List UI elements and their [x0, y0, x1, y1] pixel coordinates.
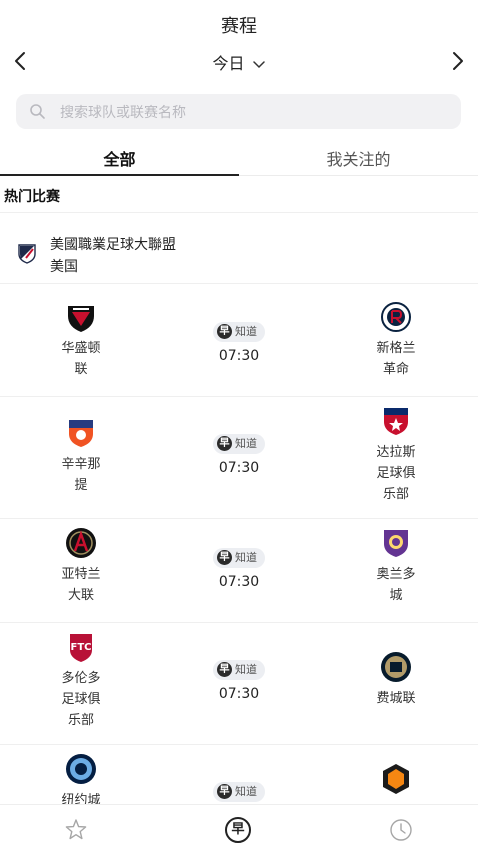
match-row[interactable]: 华盛顿 联 早知道 07:30 新格兰 革命 — [0, 300, 478, 394]
status-badge: 早知道 — [213, 548, 265, 568]
away-team[interactable]: 新格兰 革命 — [346, 300, 446, 380]
badge-label: 知道 — [235, 663, 257, 676]
chevron-left-icon[interactable] — [10, 48, 32, 74]
houston-dynamo-logo-icon — [383, 764, 409, 794]
team-name-line: 革命 — [382, 362, 409, 377]
orlando-city-logo-icon — [384, 530, 408, 557]
divider — [0, 518, 478, 519]
tab-following[interactable]: 我关注的 — [239, 146, 478, 170]
match-row[interactable]: FTC 多伦多 足球俱 乐部 早知道 07:30 费城联 — [0, 630, 478, 742]
team-name-line: 联 — [74, 362, 88, 377]
match-center: 早知道 07:30 — [189, 320, 289, 364]
divider — [0, 396, 478, 397]
zao-icon: 早 — [217, 323, 232, 339]
tab-all[interactable]: 全部 — [0, 146, 239, 170]
team-name-line: 乐部 — [67, 713, 94, 728]
home-team[interactable]: 亚特兰 大联 — [31, 526, 131, 606]
clock-icon[interactable] — [388, 817, 414, 843]
search-icon — [30, 104, 45, 119]
tab-bar: 全部 我关注的 — [0, 142, 478, 176]
away-team[interactable] — [346, 762, 446, 796]
team-name-line: 奥兰多 — [376, 567, 416, 582]
status-badge: 早知道 — [213, 660, 265, 680]
zao-glyph: 早 — [231, 822, 245, 837]
kickoff-time: 07:30 — [218, 460, 260, 476]
team-name-line: 乐部 — [382, 487, 409, 502]
team-name-line: 足球俱 — [376, 466, 416, 481]
match-row[interactable]: 亚特兰 大联 早知道 07:30 奥兰多 城 — [0, 526, 478, 620]
league-header[interactable]: 美國職業足球大聯盟 美国 — [0, 232, 478, 282]
kickoff-time: 07:30 — [218, 348, 260, 364]
team-name-line: 费城联 — [376, 691, 416, 706]
team-name-line: 城 — [389, 588, 403, 603]
new-england-revolution-logo-icon — [381, 302, 411, 332]
fc-cincinnati-logo-icon — [69, 420, 93, 447]
match-row[interactable]: 辛辛那 提 早知道 07:30 达拉斯 足球俱 乐部 — [0, 408, 478, 518]
match-center: 早知道 07:30 — [189, 658, 289, 702]
mls-logo-icon — [18, 244, 36, 264]
search-placeholder: 搜索球队或联赛名称 — [60, 105, 186, 121]
date-selector[interactable]: 今日 — [194, 50, 284, 74]
zao-icon: 早 — [217, 783, 232, 799]
divider — [0, 212, 478, 213]
away-team[interactable]: 奥兰多 城 — [346, 526, 446, 606]
team-name-line: 亚特兰 — [61, 567, 101, 582]
tab-active-indicator — [0, 174, 239, 176]
date-label: 今日 — [212, 54, 245, 73]
home-team[interactable]: 纽约城 — [31, 752, 131, 804]
status-badge: 早知道 — [213, 434, 265, 454]
match-center: 早知道 07:30 — [189, 432, 289, 476]
chevron-down-icon — [252, 60, 265, 68]
divider — [0, 283, 478, 284]
bottom-navigation: 早 — [0, 804, 478, 850]
match-center: 早知道 07:30 — [189, 546, 289, 590]
toronto-fc-logo-icon: FTC — [70, 634, 92, 662]
divider — [0, 744, 478, 745]
team-name-line: 提 — [74, 478, 88, 493]
badge-label: 知道 — [235, 785, 257, 798]
date-navigation: 今日 — [0, 48, 478, 74]
league-name: 美國職業足球大聯盟 — [50, 237, 176, 253]
team-name-line: 纽约城 — [61, 793, 101, 804]
zao-icon: 早 — [217, 435, 232, 451]
league-country: 美国 — [50, 259, 78, 275]
home-team[interactable]: 华盛顿 联 — [31, 300, 131, 380]
away-team[interactable]: 费城联 — [346, 650, 446, 709]
team-name-line: 华盛顿 — [61, 341, 101, 356]
badge-label: 知道 — [235, 437, 257, 450]
nycfc-logo-icon — [66, 754, 96, 784]
page-title: 赛程 — [221, 16, 257, 37]
svg-text:FTC: FTC — [71, 642, 92, 653]
kickoff-time: 07:30 — [218, 574, 260, 590]
badge-label: 知道 — [235, 551, 257, 564]
chevron-right-icon[interactable] — [446, 48, 468, 74]
match-row[interactable]: 纽约城 早知道 — [0, 752, 478, 804]
team-name-line: 新格兰 — [376, 341, 416, 356]
team-name-line: 达拉斯 — [376, 445, 416, 460]
match-center: 早知道 — [189, 780, 289, 802]
star-icon[interactable] — [63, 817, 89, 843]
dc-united-logo-icon — [68, 306, 94, 332]
fc-dallas-logo-icon — [384, 408, 408, 435]
badge-label: 知道 — [235, 325, 257, 338]
team-name-line: 多伦多 — [61, 671, 101, 686]
section-title: 热门比赛 — [4, 189, 60, 205]
search-input[interactable]: 搜索球队或联赛名称 — [16, 94, 461, 129]
home-team[interactable]: FTC 多伦多 足球俱 乐部 — [31, 630, 131, 731]
status-badge: 早知道 — [213, 782, 265, 802]
kickoff-time: 07:30 — [218, 686, 260, 702]
team-name-line: 足球俱 — [61, 692, 101, 707]
away-team[interactable]: 达拉斯 足球俱 乐部 — [346, 404, 446, 505]
divider — [0, 622, 478, 623]
team-name-line: 大联 — [67, 588, 94, 603]
atlanta-united-logo-icon — [66, 528, 96, 558]
home-team[interactable]: 辛辛那 提 — [31, 416, 131, 496]
zao-icon: 早 — [217, 549, 232, 565]
philadelphia-union-logo-icon — [381, 652, 411, 682]
zao-icon[interactable]: 早 — [225, 817, 251, 843]
status-badge: 早知道 — [213, 322, 265, 342]
team-name-line: 辛辛那 — [61, 457, 101, 472]
zao-icon: 早 — [217, 661, 232, 677]
